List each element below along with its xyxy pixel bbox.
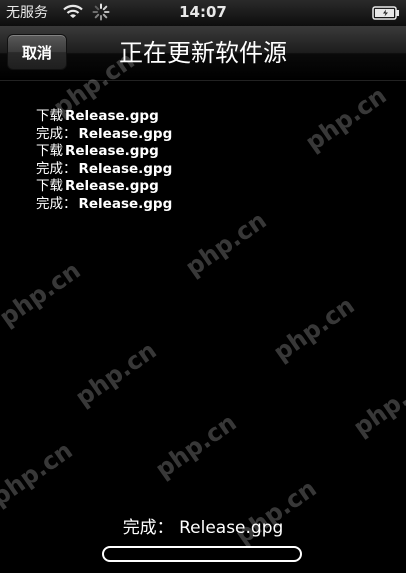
navigation-bar: 取消 正在更新软件源 [0,26,406,81]
log-file: Release.gpg [65,108,159,124]
log-action: 下载 [36,178,63,195]
screen: 无服务 14:07 取消 正在更新软件源 下载 Release.gpg 完成： … [0,0,406,573]
battery-icon [372,6,399,20]
update-log: 下载 Release.gpg 完成： Release.gpg 下载 Release.g… [36,108,376,214]
log-line: 完成： Release.gpg [36,196,376,214]
log-line: 下载 Release.gpg [36,143,376,161]
log-file: Release.gpg [78,160,173,177]
watermark: php.cn [0,436,78,512]
watermark: php.cn [70,336,162,412]
watermark: php.cn [348,366,406,442]
current-status: 完成： Release.gpg [122,518,284,538]
log-file: Release.gpg [78,125,173,142]
cancel-button[interactable]: 取消 [7,34,67,70]
watermark: php.cn [268,291,360,367]
log-action: 完成： [36,195,77,212]
log-action: 下载 [36,143,63,160]
page-title: 正在更新软件源 [119,39,287,67]
log-line: 下载 Release.gpg [36,108,376,126]
clock: 14:07 [179,3,227,21]
log-file: Release.gpg [78,195,173,212]
watermark: php.cn [180,206,272,282]
progress-bar [102,546,302,562]
log-file: Release.gpg [65,143,159,160]
log-action: 完成： [36,125,77,142]
log-action: 下载 [36,108,63,124]
status-bar: 无服务 14:07 [0,0,406,26]
log-line: 下载 Release.gpg [36,178,376,196]
watermark: php.cn [150,408,242,484]
log-line: 完成： Release.gpg [36,161,376,179]
log-line: 完成： Release.gpg [36,126,376,144]
watermark: php.cn [0,256,86,332]
log-action: 完成： [36,160,77,177]
log-file: Release.gpg [65,178,159,195]
